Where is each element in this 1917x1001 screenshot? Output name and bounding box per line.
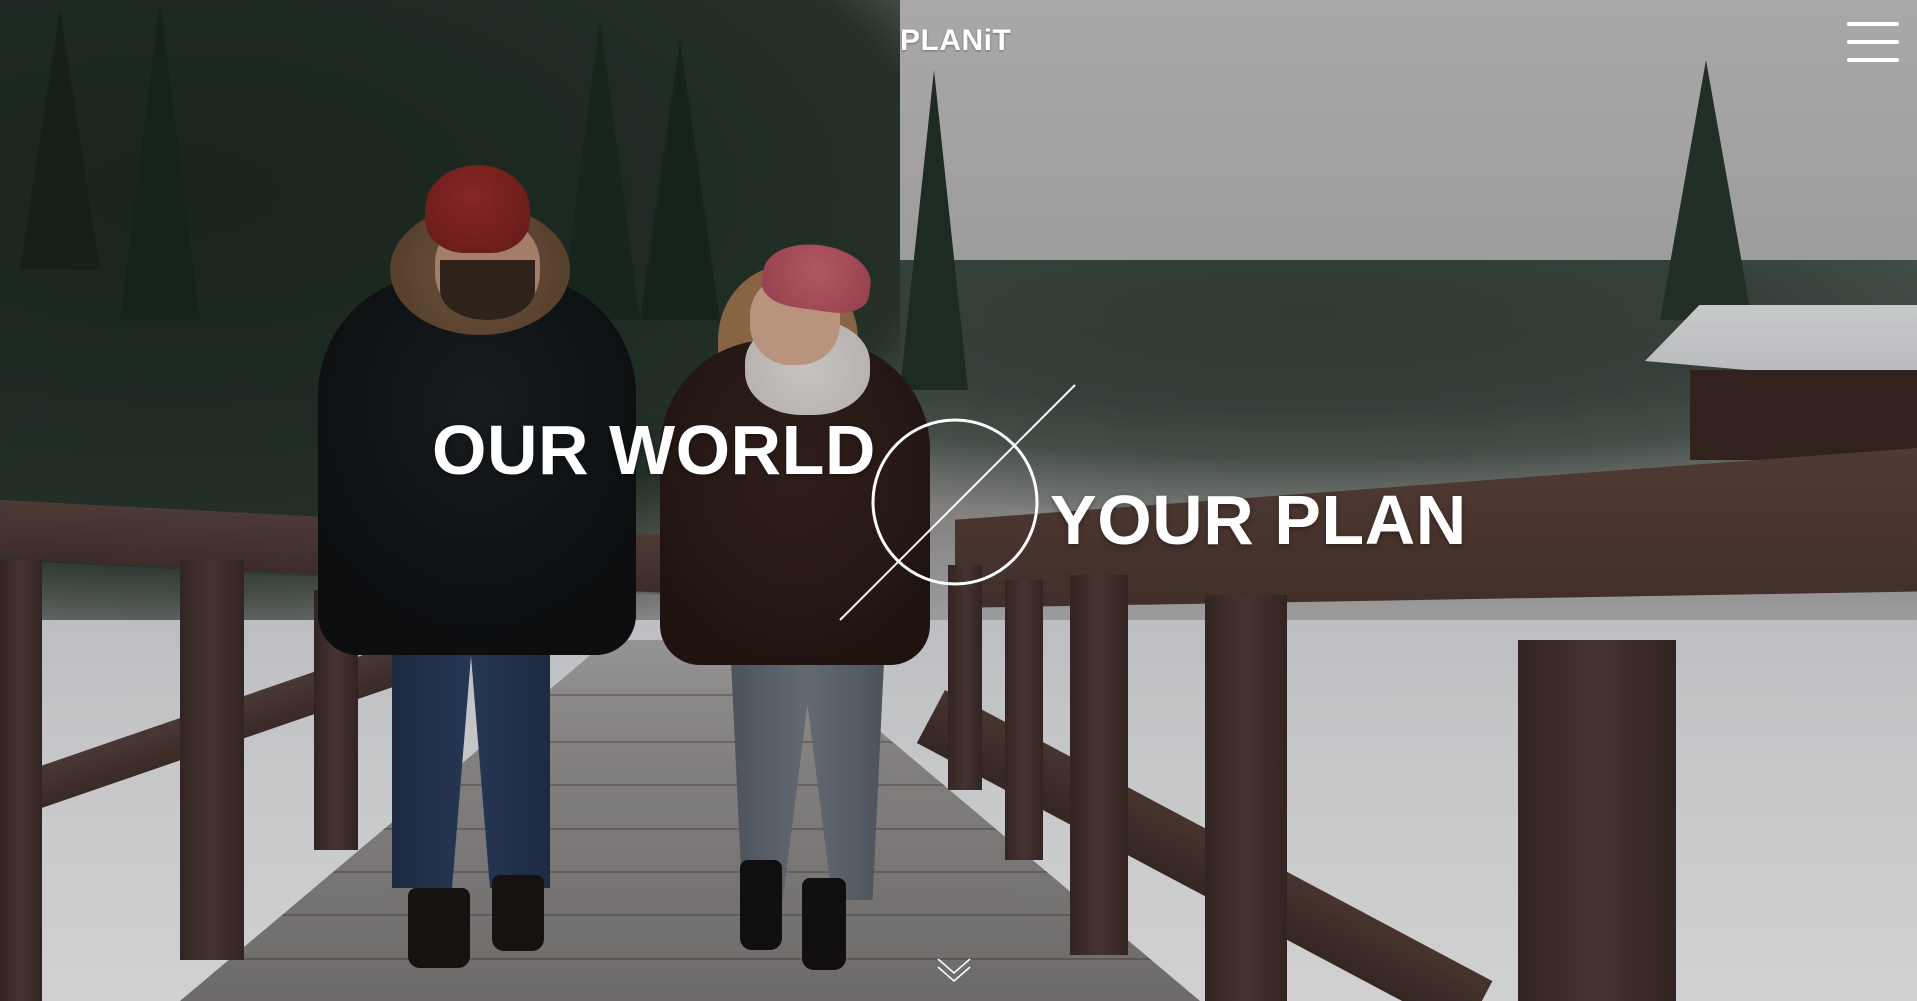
- menu-bar: [1847, 58, 1899, 62]
- chevron-down-icon[interactable]: [936, 955, 972, 985]
- menu-bar: [1847, 22, 1899, 26]
- menu-bar: [1847, 40, 1899, 44]
- hero-headline-line-1: OUR WORLD: [432, 411, 876, 489]
- hamburger-menu-icon[interactable]: [1847, 22, 1899, 62]
- hero-section: PLANiT OUR WORLD YOUR PLAN: [0, 0, 1917, 1001]
- circle-slash-icon: [839, 384, 1076, 621]
- brand-logo[interactable]: PLANiT: [900, 24, 1011, 58]
- hero-headline-line-2: YOUR PLAN: [1050, 481, 1467, 559]
